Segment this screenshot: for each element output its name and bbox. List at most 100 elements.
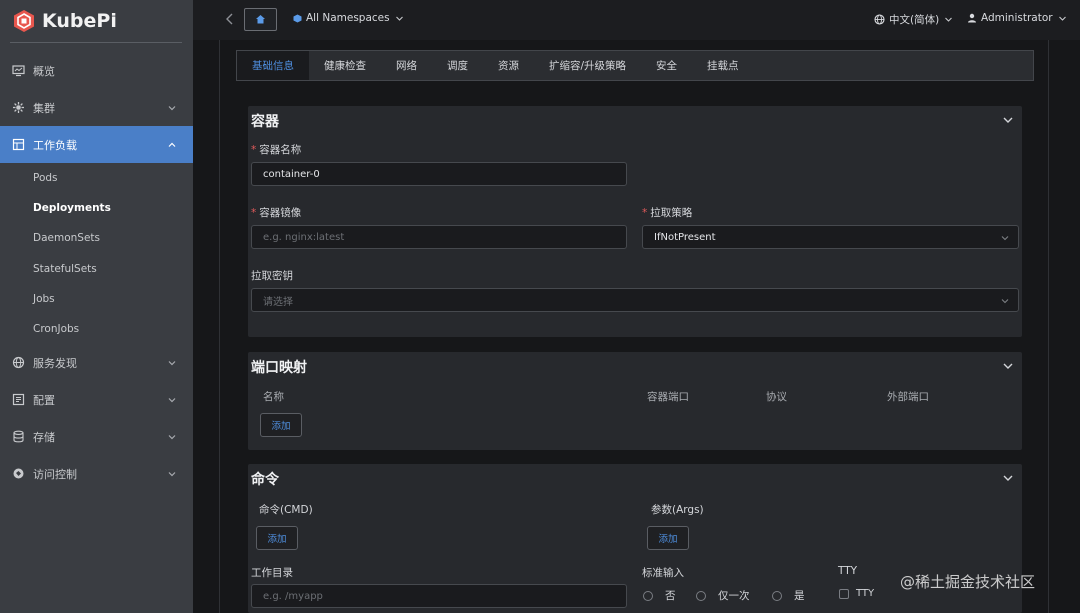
chevron-down-icon xyxy=(1001,236,1009,241)
top-bar: All Namespaces 中文(简体) Administrator xyxy=(193,0,1080,40)
workload-icon xyxy=(12,138,25,151)
tab-basic-info[interactable]: 基础信息 xyxy=(237,51,309,80)
language-selector[interactable]: 中文(简体) xyxy=(874,12,953,27)
config-icon xyxy=(12,393,25,406)
sidebar-item-label: 存储 xyxy=(33,430,55,444)
tab-network[interactable]: 网络 xyxy=(381,51,432,80)
tab-mounts[interactable]: 挂载点 xyxy=(692,51,754,80)
pull-secret-select[interactable]: 请选择 xyxy=(251,288,1019,312)
cluster-icon xyxy=(12,101,25,114)
user-icon xyxy=(967,13,977,23)
add-cmd-button[interactable]: 添加 xyxy=(256,526,298,550)
sidebar-item-label: 概览 xyxy=(33,64,55,78)
tab-resources[interactable]: 资源 xyxy=(483,51,534,80)
sidebar-item-storage[interactable]: 存储 xyxy=(0,418,193,455)
sidebar-subitem-jobs[interactable]: Jobs xyxy=(0,284,193,314)
pull-policy-select[interactable]: IfNotPresent xyxy=(642,225,1019,249)
column-header-external-port: 外部端口 xyxy=(887,391,929,403)
column-header-protocol: 协议 xyxy=(766,391,787,403)
required-mark: * xyxy=(251,144,257,156)
chevron-down-icon xyxy=(1001,299,1009,304)
tty-label: TTY xyxy=(838,565,858,577)
sidebar-item-access-control[interactable]: 访问控制 xyxy=(0,455,193,492)
sidebar-item-cluster[interactable]: 集群 xyxy=(0,89,193,126)
add-args-button[interactable]: 添加 xyxy=(647,526,689,550)
language-label: 中文(简体) xyxy=(889,14,940,26)
sidebar-subitem-deployments[interactable]: Deployments xyxy=(0,193,193,223)
tab-scheduling[interactable]: 调度 xyxy=(432,51,483,80)
sidebar-subitem-daemonsets[interactable]: DaemonSets xyxy=(0,223,193,253)
sidebar-subitem-pods[interactable]: Pods xyxy=(0,163,193,193)
content-frame-right xyxy=(1048,40,1049,613)
sidebar-item-config[interactable]: 配置 xyxy=(0,381,193,418)
chevron-down-icon[interactable] xyxy=(1002,472,1014,484)
stdin-option-yes[interactable]: 是 xyxy=(772,588,805,603)
sidebar-subitem-cronjobs[interactable]: CronJobs xyxy=(0,314,193,344)
chevron-up-icon xyxy=(168,142,176,147)
chevron-down-icon xyxy=(168,472,176,477)
app-logo[interactable]: KubePi xyxy=(12,7,117,35)
tty-checkbox[interactable]: TTY xyxy=(839,588,874,599)
column-header-name: 名称 xyxy=(263,391,284,403)
chevron-down-icon xyxy=(168,398,176,403)
required-mark: * xyxy=(251,207,257,219)
tab-scaling-upgrade[interactable]: 扩缩容/升级策略 xyxy=(534,51,641,80)
sidebar-item-label: 配置 xyxy=(33,393,55,407)
workdir-label: 工作目录 xyxy=(251,567,293,579)
chevron-down-icon xyxy=(1058,14,1067,23)
shield-icon xyxy=(12,467,25,480)
container-image-label: * 容器镜像 xyxy=(251,207,302,219)
radio-circle xyxy=(696,590,706,601)
chevron-down-icon xyxy=(168,106,176,111)
cmd-label: 命令(CMD) xyxy=(259,504,313,516)
sidebar-item-workloads[interactable]: 工作负载 xyxy=(0,126,193,163)
app-name: KubePi xyxy=(42,10,117,32)
sidebar-item-label: 访问控制 xyxy=(33,467,77,481)
container-name-label: * 容器名称 xyxy=(251,144,302,156)
kubepi-logo-icon xyxy=(14,10,34,32)
container-section: 容器 * 容器名称 container-0 * 容器镜像 e.g. nginx:la… xyxy=(248,106,1022,337)
section-title: 命令 xyxy=(251,472,279,488)
checkbox-box xyxy=(839,588,849,599)
pull-policy-value: IfNotPresent xyxy=(654,231,716,243)
pull-policy-label: * 拉取策略 xyxy=(642,207,693,219)
database-icon xyxy=(12,430,25,443)
workdir-input[interactable]: e.g. /myapp xyxy=(251,584,627,608)
tab-security[interactable]: 安全 xyxy=(641,51,692,80)
namespace-label: All Namespaces xyxy=(306,12,390,24)
required-mark: * xyxy=(642,207,648,219)
home-button[interactable] xyxy=(244,8,277,31)
namespace-selector[interactable]: All Namespaces xyxy=(293,12,404,24)
pull-secret-placeholder: 请选择 xyxy=(263,296,293,308)
sidebar-item-overview[interactable]: 概览 xyxy=(0,52,193,89)
logo-divider xyxy=(10,42,182,43)
user-name: Administrator xyxy=(981,12,1053,24)
stdin-option-no[interactable]: 否 xyxy=(643,588,676,603)
port-mapping-section: 端口映射 名称 容器端口 协议 外部端口 添加 xyxy=(248,352,1022,450)
pull-secret-label: 拉取密钥 xyxy=(251,270,293,282)
sidebar-subitem-statefulsets[interactable]: StatefulSets xyxy=(0,254,193,284)
content-frame-left xyxy=(219,40,220,613)
tab-health-check[interactable]: 健康检查 xyxy=(309,51,381,80)
namespace-icon xyxy=(293,14,302,23)
container-image-input[interactable]: e.g. nginx:latest xyxy=(251,225,627,249)
chevron-down-icon xyxy=(168,361,176,366)
form-tabs: 基础信息 健康检查 网络 调度 资源 扩缩容/升级策略 安全 挂载点 xyxy=(236,50,1034,81)
add-port-button[interactable]: 添加 xyxy=(260,413,302,437)
chevron-down-icon xyxy=(944,15,953,24)
stdin-label: 标准输入 xyxy=(642,567,684,579)
args-label: 参数(Args) xyxy=(651,504,704,516)
chevron-down-icon[interactable] xyxy=(1002,114,1014,126)
container-name-input[interactable]: container-0 xyxy=(251,162,627,186)
globe-icon xyxy=(874,14,885,25)
chevron-down-icon[interactable] xyxy=(1002,360,1014,372)
user-menu[interactable]: Administrator xyxy=(967,12,1067,24)
stdin-option-once[interactable]: 仅一次 xyxy=(696,588,750,603)
chevron-down-icon xyxy=(168,435,176,440)
sidebar-item-label: 服务发现 xyxy=(33,356,77,370)
back-arrow-icon[interactable] xyxy=(223,10,237,28)
section-title: 端口映射 xyxy=(251,360,307,376)
sidebar-item-service-discovery[interactable]: 服务发现 xyxy=(0,344,193,381)
radio-circle xyxy=(643,590,653,601)
home-icon xyxy=(256,15,265,24)
